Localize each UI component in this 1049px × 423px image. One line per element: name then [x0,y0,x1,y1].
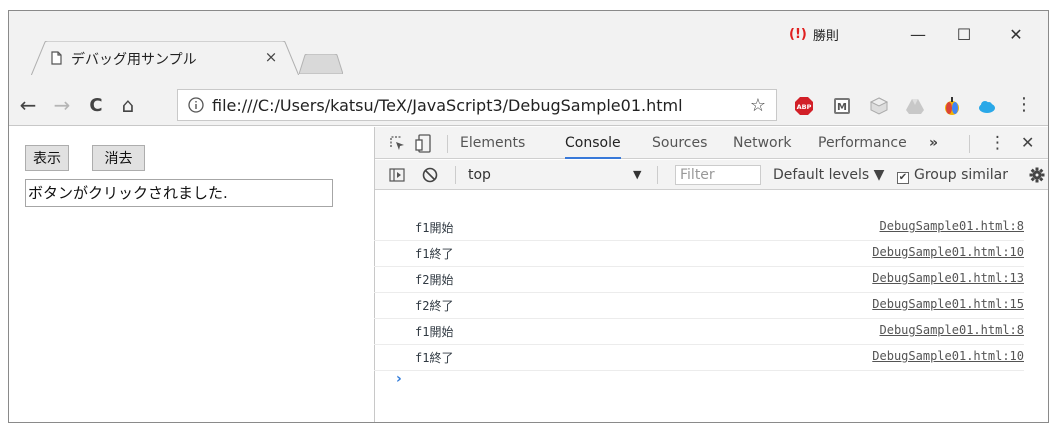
bookmark-star-icon[interactable]: ☆ [750,95,766,116]
tab-network[interactable]: Network [733,127,791,159]
browser-menu-icon[interactable]: ⋮ [1014,93,1034,117]
tab-console[interactable]: Console [565,127,621,159]
clear-console-icon[interactable] [422,167,438,183]
console-log-row: f2開始 DebugSample01.html:13 [374,267,1024,293]
reload-icon[interactable]: C [83,92,109,118]
inspect-element-icon[interactable] [389,135,406,152]
device-toolbar-icon[interactable] [415,134,433,153]
info-icon[interactable] [188,97,204,113]
profile-name: 勝則 [812,29,839,44]
group-similar-label: Group similar [914,167,1009,183]
tab-elements[interactable]: Elements [460,127,525,159]
separator [969,135,970,153]
tab-title: デバッグ用サンプル [71,52,197,68]
drive-icon[interactable] [905,96,925,116]
devtools-close-icon[interactable]: ✕ [1021,127,1034,159]
tab-close-icon[interactable]: × [263,49,279,65]
group-similar-checkbox[interactable]: ✔ [897,172,909,184]
log-message: f1開始 [415,221,454,235]
tab-performance[interactable]: Performance [818,127,907,159]
alert-icon: (!) [789,27,807,42]
page-icon [51,51,62,65]
group-similar-toggle[interactable]: ✔ Group similar [897,160,1008,190]
extension-cube-icon[interactable] [869,96,889,116]
adblock-icon[interactable]: ABP [794,96,814,116]
maximize-button[interactable]: ☐ [941,19,987,49]
console-log-row: f2終了 DebugSample01.html:15 [374,293,1024,319]
log-source-link[interactable]: DebugSample01.html:10 [872,245,1024,259]
separator [447,135,448,153]
context-dropdown-icon[interactable]: ▼ [633,160,641,190]
log-source-link[interactable]: DebugSample01.html:8 [880,219,1025,233]
browser-window: デバッグ用サンプル × (!) 勝則 — ☐ ✕ ← → C ⌂ file://… [8,10,1049,423]
forward-icon[interactable]: → [49,92,75,118]
output-textbox[interactable]: ボタンがクリックされました. [25,179,333,207]
profile-badge[interactable]: (!) 勝則 [789,25,839,44]
back-icon[interactable]: ← [15,92,41,118]
log-levels-dropdown[interactable]: Default levels ▼ [773,160,884,190]
log-source-link[interactable]: DebugSample01.html:15 [872,297,1024,311]
new-tab-button[interactable] [299,54,343,74]
tab-sources[interactable]: Sources [652,127,707,159]
log-message: f1開始 [415,325,454,339]
address-bar[interactable]: file:///C:/Users/katsu/TeX/JavaScript3/D… [177,89,777,121]
log-message: f2開始 [415,273,454,287]
home-icon[interactable]: ⌂ [115,92,141,118]
console-log-row: f1終了 DebugSample01.html:10 [374,345,1024,371]
show-button[interactable]: 表示 [25,145,69,171]
filter-input[interactable]: Filter [675,165,761,185]
separator [455,166,456,184]
separator [657,166,658,184]
console-settings-gear-icon[interactable] [1029,167,1045,183]
sidebar-toggle-icon[interactable] [389,168,405,182]
extension-color-icon[interactable] [942,96,962,116]
log-message: f1終了 [415,247,454,261]
console-log-row: f1終了 DebugSample01.html:10 [374,241,1024,267]
console-prompt-icon[interactable]: › [396,371,402,387]
close-window-button[interactable]: ✕ [993,19,1039,49]
svg-text:M: M [837,102,847,113]
more-tabs-icon[interactable]: » [929,127,938,159]
devtools-menu-icon[interactable]: ⋮ [989,127,1006,159]
log-message: f1終了 [415,351,454,365]
log-message: f2終了 [415,299,454,313]
log-source-link[interactable]: DebugSample01.html:13 [872,271,1024,285]
extension-m-icon[interactable]: M [832,96,852,116]
page-content [9,127,374,422]
url-text[interactable]: file:///C:/Users/katsu/TeX/JavaScript3/D… [212,96,683,115]
devtools-tab-bar: Elements Console Sources Network Perform… [375,127,1048,159]
minimize-button[interactable]: — [895,19,941,49]
log-source-link[interactable]: DebugSample01.html:8 [880,323,1025,337]
clear-button[interactable]: 消去 [92,145,145,171]
log-source-link[interactable]: DebugSample01.html:10 [872,349,1024,363]
context-select[interactable]: top [468,160,491,190]
console-toolbar: top ▼ Filter Default levels ▼ ✔ Group sim… [375,160,1048,190]
console-log-row: f1開始 DebugSample01.html:8 [374,215,1024,241]
cloud-icon[interactable] [977,96,997,116]
console-log-row: f1開始 DebugSample01.html:8 [374,319,1024,345]
svg-text:ABP: ABP [797,103,812,111]
